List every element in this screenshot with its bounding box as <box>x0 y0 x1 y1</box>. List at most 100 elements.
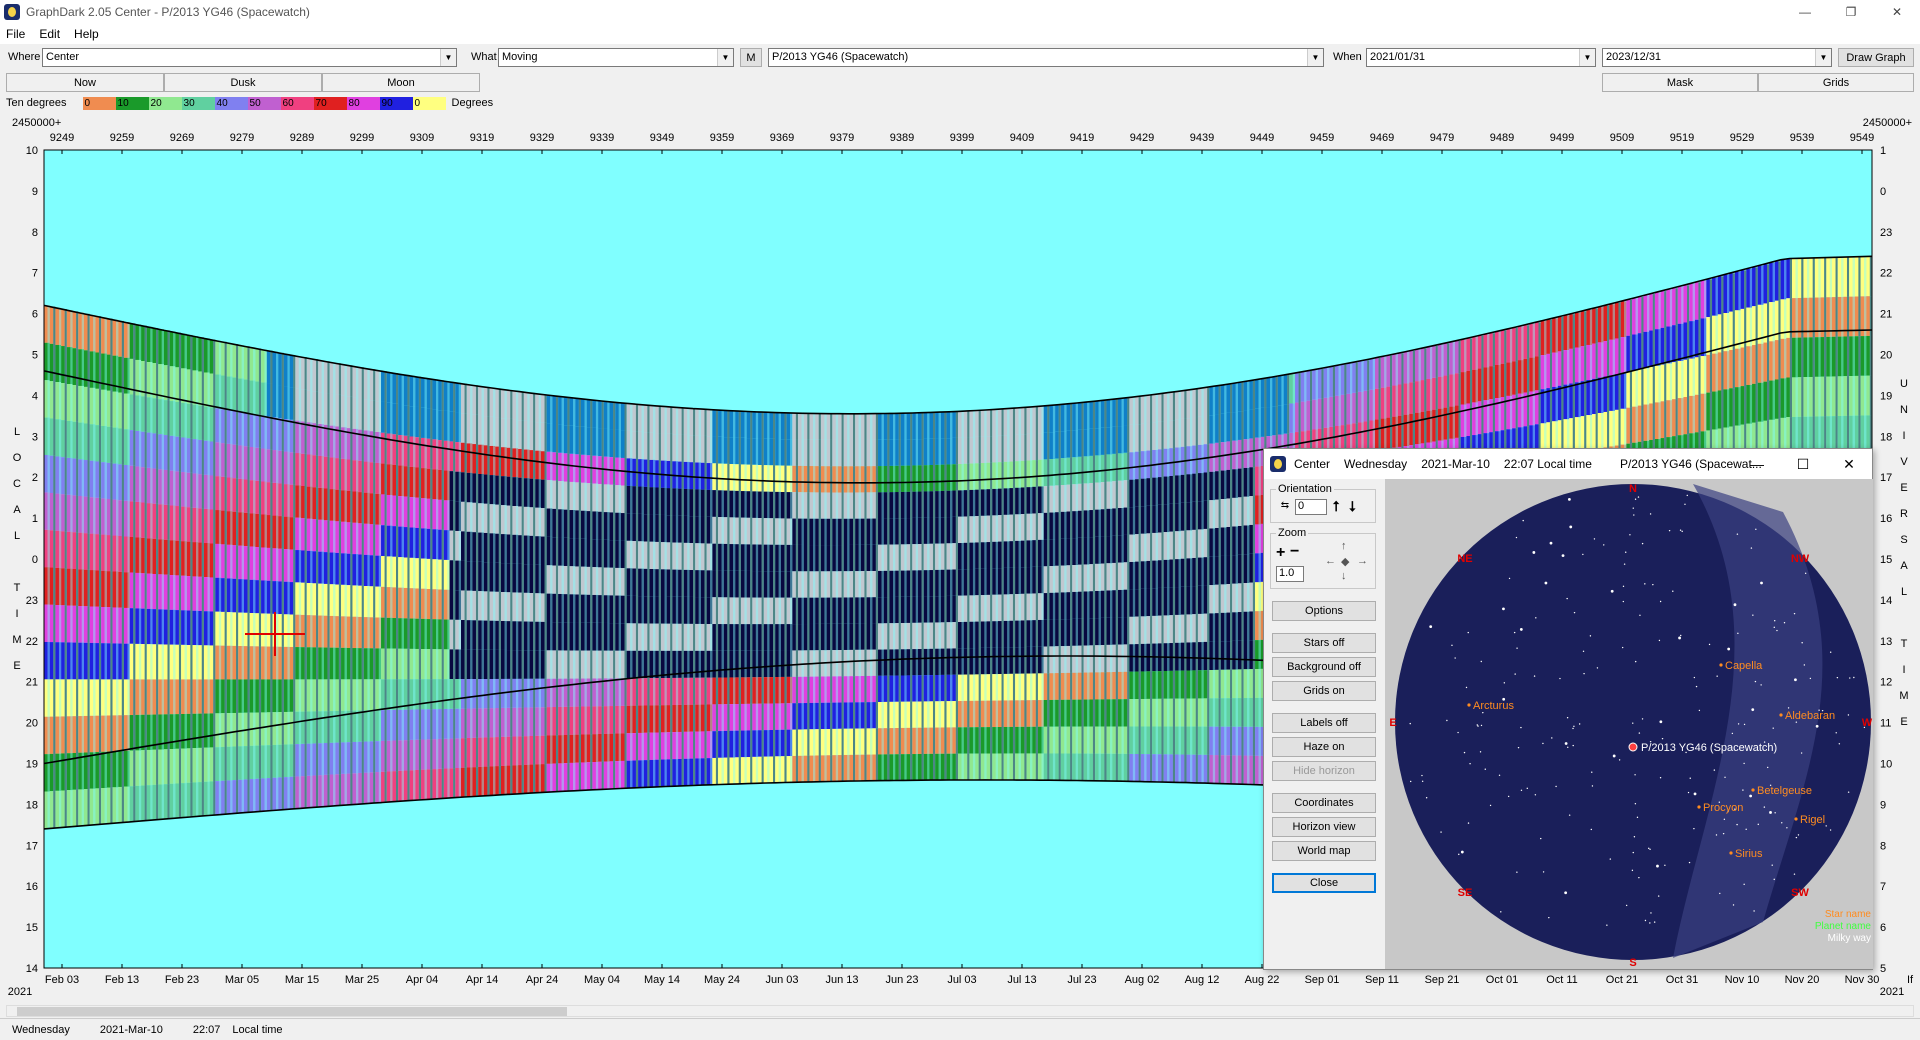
stripe-gap <box>481 532 484 562</box>
altitude-stripe <box>803 465 808 493</box>
stripe-gap <box>344 584 347 617</box>
altitude-stripe <box>501 765 505 795</box>
stripe-gap <box>744 544 747 571</box>
stripe-gap <box>338 552 342 585</box>
menu-edit[interactable]: Edit <box>39 27 60 41</box>
tab-dusk[interactable]: Dusk <box>164 73 322 92</box>
altitude-stripe <box>295 679 299 712</box>
stripe-gap <box>264 448 267 482</box>
stripe-gap <box>984 410 987 437</box>
menu-file[interactable]: File <box>6 27 25 41</box>
altitude-stripe <box>592 567 596 595</box>
altitude-stripe <box>341 773 345 806</box>
tab-moon[interactable]: Moon <box>322 73 480 92</box>
altitude-stripe <box>820 755 825 782</box>
altitude-stripe <box>352 773 357 805</box>
stripe-gap <box>338 616 342 648</box>
stripe-gap <box>87 533 90 570</box>
stripe-gap <box>835 413 839 440</box>
tab-grids[interactable]: Grids <box>1758 73 1914 92</box>
menu-help[interactable]: Help <box>74 27 99 41</box>
stripe-gap <box>835 728 839 756</box>
draw-graph-button[interactable]: Draw Graph <box>1838 48 1914 67</box>
altitude-stripe <box>175 367 179 402</box>
stripe-gap <box>750 570 753 598</box>
stripe-gap <box>1007 647 1010 674</box>
stripe-gap <box>298 744 302 777</box>
m-button[interactable]: M <box>740 48 762 67</box>
altitude-stripe <box>552 565 556 594</box>
stripe-gap <box>881 702 884 729</box>
tab-now[interactable]: Now <box>6 73 164 92</box>
stripe-gap <box>607 622 610 651</box>
where-select[interactable]: Center ▼ <box>42 48 457 67</box>
what-select[interactable]: Moving ▼ <box>498 48 734 67</box>
stripe-gap <box>178 471 182 507</box>
altitude-stripe <box>1043 753 1048 781</box>
stripe-gap <box>521 506 524 536</box>
legend-step: 40 <box>214 96 248 110</box>
altitude-stripe <box>775 624 779 651</box>
altitude-stripe <box>958 595 962 623</box>
stripe-gap <box>356 460 359 492</box>
altitude-stripe <box>866 623 871 650</box>
stripe-gap <box>133 643 136 680</box>
stripe-gap <box>230 780 233 815</box>
stripe-gap <box>138 643 142 680</box>
altitude-stripe <box>1032 433 1036 461</box>
object-select[interactable]: P/2013 YG46 (Spacewatch) ▼ <box>768 48 1324 67</box>
stripe-gap <box>487 474 490 504</box>
stripe-gap <box>538 393 541 423</box>
stripe-gap <box>795 413 799 440</box>
altitude-stripe <box>552 395 556 424</box>
stripe-gap <box>373 772 376 804</box>
stripe-gap <box>658 759 661 787</box>
stripe-gap <box>1007 726 1010 754</box>
stripe-gap <box>687 542 690 570</box>
altitude-stripe <box>706 489 711 517</box>
altitude-stripe <box>643 568 648 597</box>
altitude-stripe <box>980 700 985 728</box>
stripe-gap <box>447 470 450 501</box>
altitude-stripe <box>769 571 774 598</box>
when-from-select[interactable]: 2021/01/31 ▼ <box>1366 48 1596 67</box>
altitude-stripe <box>323 456 328 489</box>
stripe-gap <box>133 394 136 431</box>
altitude-stripe <box>575 538 579 567</box>
altitude-stripe <box>735 650 739 678</box>
stripe-gap <box>721 650 724 678</box>
tab-mask[interactable]: Mask <box>1602 73 1758 92</box>
when-to-select[interactable]: 2023/12/31 ▼ <box>1602 48 1832 67</box>
altitude-stripe <box>169 609 174 645</box>
stripe-gap <box>784 650 787 677</box>
altitude-stripe <box>575 510 579 539</box>
maximize-button[interactable]: ❐ <box>1828 0 1874 24</box>
stripe-gap <box>510 534 513 564</box>
stripe-gap <box>681 542 684 570</box>
stripe-gap <box>127 465 130 501</box>
altitude-stripe <box>632 595 636 624</box>
altitude-stripe <box>735 490 739 518</box>
legend-step: 20 <box>148 96 182 110</box>
altitude-stripe <box>729 517 734 545</box>
stripe-gap <box>464 442 467 473</box>
stripe-gap <box>533 650 536 679</box>
stripe-gap <box>281 548 284 582</box>
stripe-gap <box>750 438 753 465</box>
altitude-stripe <box>746 677 751 704</box>
altitude-stripe <box>598 622 602 651</box>
stripe-gap <box>1018 540 1021 568</box>
altitude-stripe <box>198 782 202 817</box>
altitude-stripe <box>381 371 385 402</box>
altitude-stripe <box>44 604 48 642</box>
altitude-stripe <box>878 518 882 545</box>
altitude-stripe <box>278 614 282 647</box>
stripe-gap <box>733 544 736 571</box>
stripe-gap <box>98 316 102 353</box>
stripe-gap <box>881 675 884 703</box>
stripe-gap <box>1007 753 1010 780</box>
close-window-button[interactable]: ✕ <box>1874 0 1920 24</box>
minimize-button[interactable]: — <box>1782 0 1828 24</box>
stripe-gap <box>561 509 564 538</box>
altitude-stripe <box>1026 487 1031 514</box>
